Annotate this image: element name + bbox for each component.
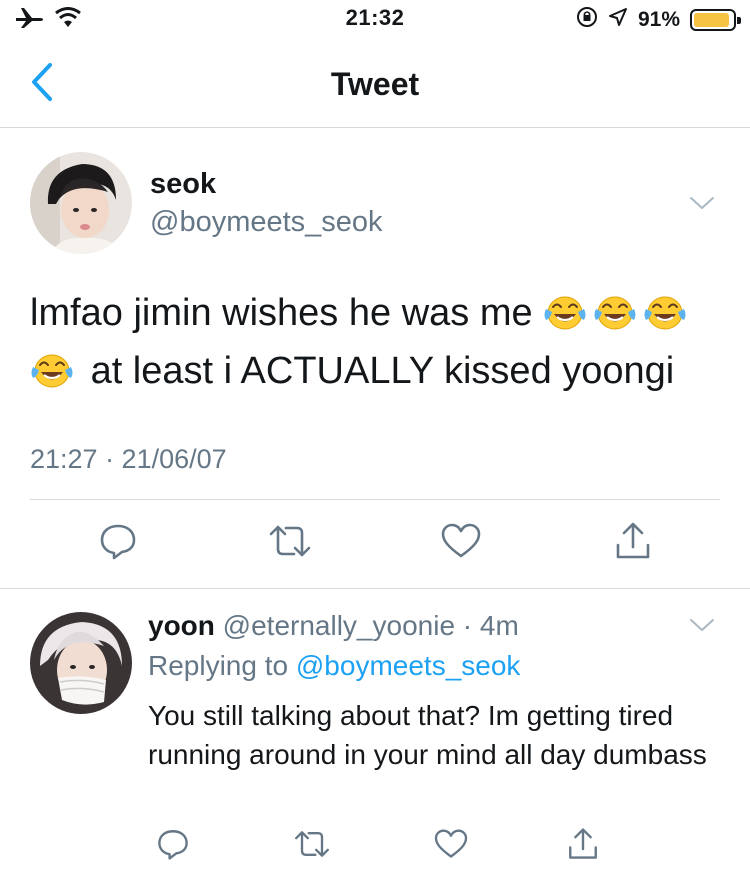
location-icon <box>608 7 628 33</box>
share-button[interactable] <box>608 518 658 568</box>
reply-author-name[interactable]: yoon <box>148 610 215 641</box>
share-button[interactable] <box>561 824 605 868</box>
divider <box>30 499 720 500</box>
battery-nub <box>737 17 741 24</box>
reply-button[interactable] <box>151 824 195 868</box>
avatar[interactable] <box>30 612 132 714</box>
reply-actions <box>0 824 750 870</box>
share-icon <box>566 827 600 866</box>
avatar[interactable] <box>30 152 132 254</box>
reply-button[interactable] <box>93 518 143 568</box>
tweet-menu-button[interactable] <box>684 190 720 220</box>
tweet-header: seok @boymeets_seok <box>30 152 720 256</box>
emoji-group <box>543 292 693 334</box>
like-button[interactable] <box>429 824 473 868</box>
divider <box>0 588 750 589</box>
reply-author-line: yoon @eternally_yoonie · 4m <box>148 610 519 642</box>
tweet-text-line-1: lmfao jimin wishes he was me <box>30 284 720 342</box>
battery-fill <box>694 13 729 27</box>
tears-of-joy-emoji-icon <box>594 296 636 330</box>
reply-text: You still talking about that? Im getting… <box>148 700 707 770</box>
tweet-actions <box>0 518 750 570</box>
status-right: 91% <box>576 6 741 34</box>
nav-bar: Tweet <box>0 40 750 128</box>
author-handle[interactable]: @boymeets_seok <box>150 206 383 239</box>
emoji-slot <box>30 350 80 392</box>
reply-icon <box>98 521 138 566</box>
chevron-down-icon <box>689 195 715 216</box>
tears-of-joy-emoji-icon <box>644 296 686 330</box>
retweet-icon <box>293 829 331 864</box>
like-button[interactable] <box>436 518 486 568</box>
tears-of-joy-emoji-icon <box>544 296 586 330</box>
tweet-timestamp: 21:27 · 21/06/07 <box>30 444 227 474</box>
retweet-icon <box>268 523 312 564</box>
tweet-text-part-1: lmfao jimin wishes he was me <box>30 292 533 334</box>
battery-icon <box>690 9 741 31</box>
author-name[interactable]: seok <box>150 168 216 201</box>
retweet-button[interactable] <box>290 824 334 868</box>
tweet-text-part-2: at least i ACTUALLY kissed yoongi <box>90 350 675 392</box>
retweet-button[interactable] <box>265 518 315 568</box>
like-icon <box>434 829 468 864</box>
tears-of-joy-emoji-icon <box>31 354 73 388</box>
orientation-lock-icon <box>576 6 598 34</box>
battery-percent: 91% <box>637 8 680 31</box>
status-bar: 21:32 91% <box>0 0 750 40</box>
like-icon <box>441 523 481 564</box>
share-icon <box>613 521 653 566</box>
reply-menu-button[interactable] <box>684 612 720 642</box>
replying-to: Replying to @boymeets_seok <box>148 650 520 682</box>
replying-prefix: Replying to <box>148 650 296 681</box>
chevron-down-icon <box>689 617 715 638</box>
tweet-text-line-2: at least i ACTUALLY kissed yoongi <box>30 342 720 400</box>
reply-author-handle[interactable]: @eternally_yoonie · 4m <box>223 610 519 641</box>
page-title: Tweet <box>330 66 420 102</box>
reply-icon <box>156 827 190 866</box>
tweet-text: lmfao jimin wishes he was me at least i … <box>30 284 720 400</box>
replying-mention-link[interactable]: @boymeets_seok <box>296 650 521 681</box>
